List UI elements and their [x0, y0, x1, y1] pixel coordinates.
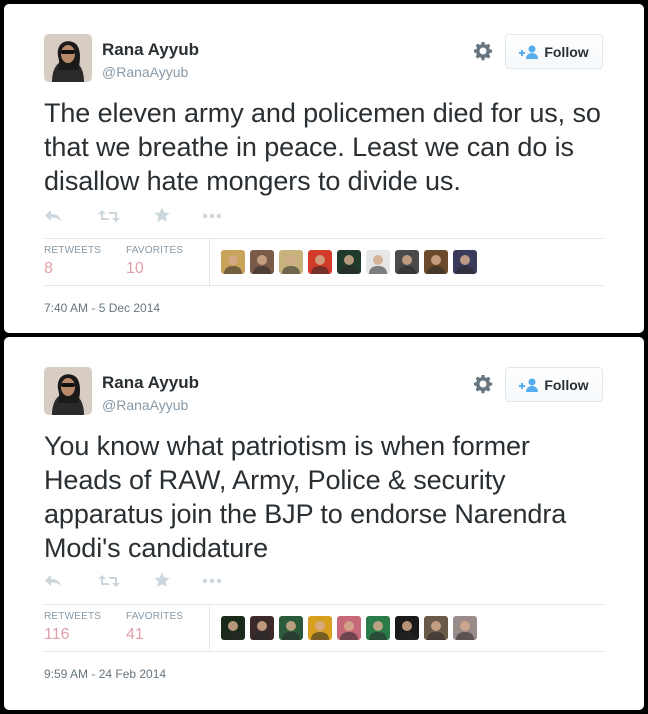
divider [44, 604, 604, 605]
favoriter-avatars [221, 250, 477, 274]
favoriter-avatar[interactable] [308, 250, 332, 274]
add-user-icon [519, 378, 539, 392]
author-handle[interactable]: @RanaAyyub [102, 397, 188, 413]
favoriter-avatar[interactable] [250, 616, 274, 640]
retweets-label: RETWEETS [44, 611, 102, 622]
favoriter-avatar[interactable] [366, 250, 390, 274]
favoriter-avatar[interactable] [366, 616, 390, 640]
author-handle[interactable]: @RanaAyyub [102, 64, 188, 80]
favorites-label: FAVORITES [126, 611, 184, 622]
tweet-text: You know what patriotism is when former … [44, 431, 567, 563]
more-icon[interactable] [202, 209, 222, 228]
tweet-timestamp[interactable]: 7:40 AM - 5 Dec 2014 [44, 301, 160, 315]
favoriter-avatar[interactable] [279, 616, 303, 640]
more-icon[interactable] [202, 574, 222, 593]
follow-label: Follow [544, 376, 589, 393]
tweet-card: Rana Ayyub @RanaAyyub Follow The eleven … [4, 4, 644, 333]
gear-icon[interactable] [473, 374, 493, 394]
favorite-icon[interactable] [154, 572, 170, 593]
favorite-icon[interactable] [154, 207, 170, 228]
retweets-count[interactable]: 116 [44, 626, 70, 644]
reply-icon[interactable] [44, 574, 62, 593]
tweet-timestamp[interactable]: 9:59 AM - 24 Feb 2014 [44, 667, 166, 681]
favorites-count[interactable]: 10 [126, 260, 144, 278]
favoriter-avatar[interactable] [337, 616, 361, 640]
tweet-card: Rana Ayyub @RanaAyyub Follow You know wh… [4, 337, 644, 710]
favorites-label: FAVORITES [126, 245, 184, 256]
follow-label: Follow [544, 43, 589, 60]
favoriter-avatar[interactable] [337, 250, 361, 274]
favoriter-avatar[interactable] [250, 250, 274, 274]
stats-divider [209, 605, 210, 651]
retweet-icon[interactable] [98, 574, 120, 593]
avatar[interactable] [44, 367, 92, 415]
favorites-count[interactable]: 41 [126, 626, 144, 644]
favoriter-avatar[interactable] [221, 616, 245, 640]
favoriter-avatar[interactable] [453, 250, 477, 274]
favoriter-avatar[interactable] [453, 616, 477, 640]
favoriter-avatars [221, 616, 477, 640]
stats-divider [209, 239, 210, 285]
avatar[interactable] [44, 34, 92, 82]
favoriter-avatar[interactable] [424, 616, 448, 640]
favoriter-avatar[interactable] [395, 616, 419, 640]
add-user-icon [519, 45, 539, 59]
follow-button[interactable]: Follow [505, 367, 603, 402]
favoriter-avatar[interactable] [424, 250, 448, 274]
retweets-count[interactable]: 8 [44, 260, 53, 278]
retweet-icon[interactable] [98, 209, 120, 228]
divider [44, 651, 604, 652]
divider [44, 285, 604, 286]
gear-icon[interactable] [473, 41, 493, 61]
divider [44, 238, 604, 239]
favoriter-avatar[interactable] [395, 250, 419, 274]
follow-button[interactable]: Follow [505, 34, 603, 69]
author-name[interactable]: Rana Ayyub [102, 373, 199, 393]
favoriter-avatar[interactable] [279, 250, 303, 274]
reply-icon[interactable] [44, 209, 62, 228]
favoriter-avatar[interactable] [221, 250, 245, 274]
author-name[interactable]: Rana Ayyub [102, 40, 199, 60]
retweets-label: RETWEETS [44, 245, 102, 256]
favoriter-avatar[interactable] [308, 616, 332, 640]
tweet-text: The eleven army and policemen died for u… [44, 98, 601, 196]
